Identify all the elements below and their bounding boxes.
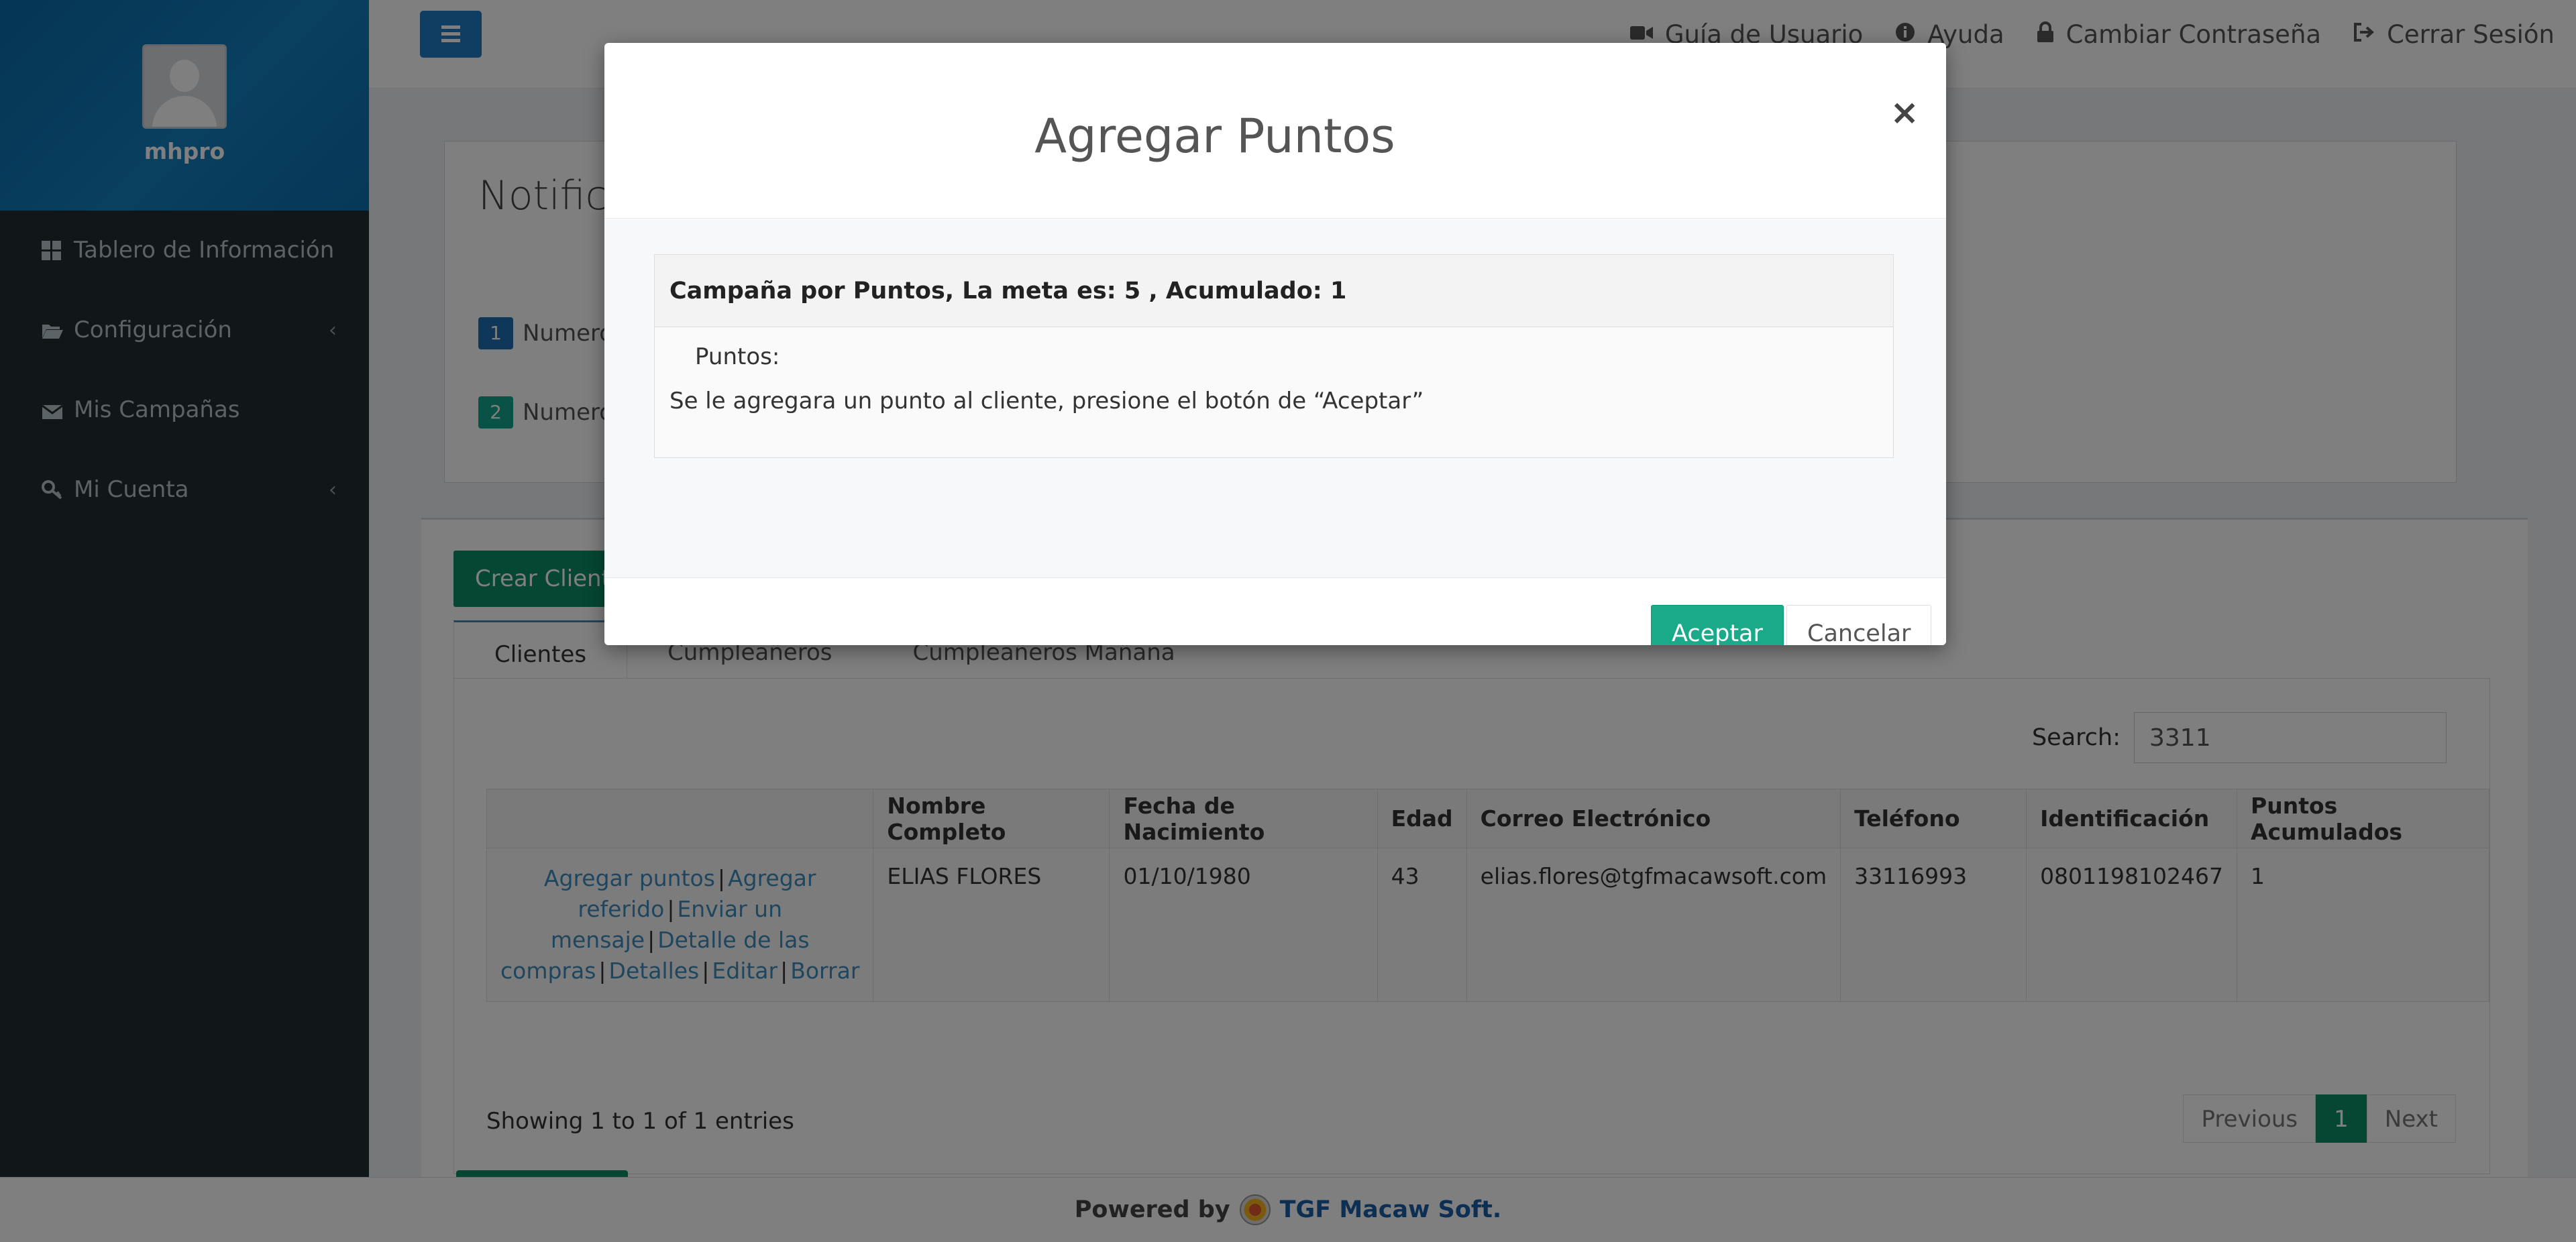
modal-title: Agregar Puntos	[1034, 109, 1395, 164]
cancel-button[interactable]: Cancelar	[1786, 605, 1932, 645]
modal-body: Campaña por Puntos, La meta es: 5 , Acum…	[604, 219, 1946, 577]
agregar-puntos-modal: Agregar Puntos × Campaña por Puntos, La …	[604, 43, 1946, 645]
accept-button[interactable]: Aceptar	[1651, 605, 1784, 645]
modal-footer: Aceptar Cancelar	[604, 577, 1946, 645]
campaign-panel: Campaña por Puntos, La meta es: 5 , Acum…	[654, 254, 1894, 458]
close-icon[interactable]: ×	[1890, 93, 1919, 133]
puntos-label: Puntos:	[695, 343, 780, 370]
panel-heading: Campaña por Puntos, La meta es: 5 , Acum…	[655, 255, 1893, 327]
modal-header: Agregar Puntos ×	[604, 43, 1946, 219]
confirm-message: Se le agregara un punto al cliente, pres…	[669, 388, 1424, 414]
